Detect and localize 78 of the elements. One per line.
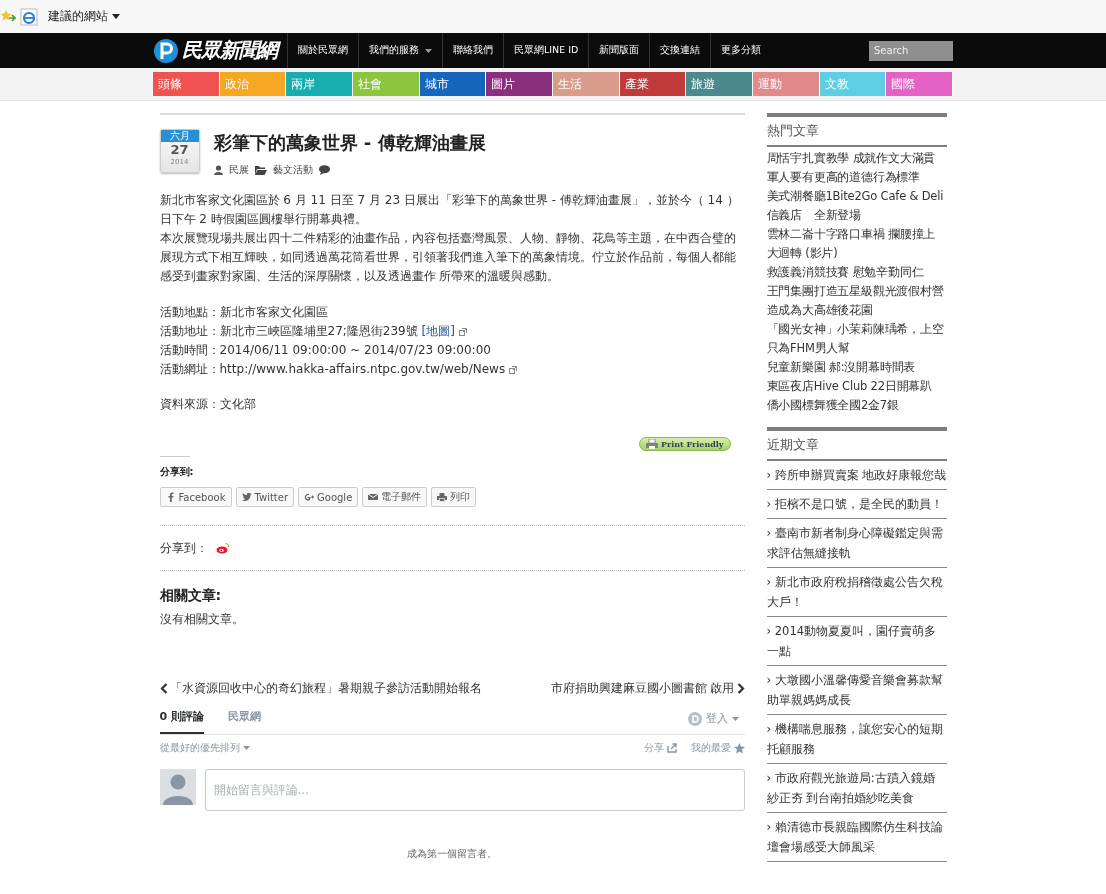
recent-article-link[interactable]: › 市政府觀光旅遊局:古蹟入鏡婚紗正夯 到台南拍婚紗吃美食 (766, 764, 947, 813)
recent-article-link[interactable]: › 拒檳不是口號，是全民的動員！ (766, 490, 947, 519)
browser-icon (20, 7, 38, 26)
share-button[interactable]: 電子郵件 (362, 487, 428, 507)
next-post-link[interactable]: 市府捐助興建麻豆國小圖書館 啟用 (550, 680, 745, 697)
popular-article-link[interactable]: 東區夜店Hive Club 22日開幕趴 (766, 377, 947, 396)
twitter-icon (241, 492, 252, 502)
source-text: 資料來源：文化部 (159, 396, 257, 413)
avatar-icon (159, 769, 196, 805)
caret-icon (111, 14, 120, 20)
category-tab[interactable]: 旅遊 (686, 72, 754, 96)
author-link[interactable]: 民展 (228, 163, 249, 177)
empty-comments-text: 成為第一個留言者。 (406, 847, 498, 861)
article-paragraph: 本次展覽現場共展出四十二件精彩的油畫作品，內容包括臺灣風景、人物、靜物、花鳥等主題，在中西合璧的展現方式下相互輝映，如同透過萬花筒看世界，引領著我們進入筆下的萬象情境。佇立於作品前，每個人都能感受到畫家對家園、生活的深厚關懷，以及透過畫作 所帶來的溫暖與感動。 (159, 230, 737, 285)
category-tab[interactable]: 圖片 (486, 72, 553, 96)
share-button[interactable]: Google (298, 487, 359, 507)
share-button[interactable]: Twitter (235, 487, 294, 507)
related-heading: 相關文章: (159, 587, 223, 605)
email-icon (368, 492, 379, 502)
date-day: 27 (170, 142, 189, 158)
share-heading: 分享到: (159, 465, 195, 479)
date-month: 六月 (160, 130, 199, 142)
chevron-right-icon (736, 683, 745, 694)
popular-article-link[interactable]: 軍人要有更高的道德行為標準 (766, 168, 947, 187)
search-field[interactable]: Search (869, 40, 953, 61)
category-tab[interactable]: 城市 (419, 72, 487, 96)
share-button[interactable]: 列印 (431, 487, 477, 507)
caret-icon (242, 746, 250, 750)
event-detail: 活動網址：http://www.hakka-affairs.ntpc.gov.tw/web/News (159, 362, 506, 376)
sidebar-heading: 近期文章 (766, 431, 947, 461)
star-icon (733, 742, 745, 754)
weibo-icon[interactable] (215, 542, 230, 554)
recent-article-link[interactable]: › 2014動物夏夏叫，園仔賣萌多一點 (766, 617, 947, 666)
external-link-icon (509, 365, 518, 374)
recent-article-link[interactable]: › 賴清德市長親臨國際仿生科技論壇會場感受大師風采 (766, 813, 947, 862)
previous-post-link[interactable]: 「水資源回收中心的奇幻旅程」暑期親子參訪活動開始報名 (159, 680, 482, 697)
popular-article-link[interactable]: 「國光女神」小茉莉陳瑀希，上空只為FHM男人幫 (766, 320, 947, 358)
popular-article-link[interactable]: 周恬宇扎實教學 成就作文大滿貫 (766, 149, 947, 168)
recent-article-link[interactable]: › 跨所申辦買賣案 地政好康報您哉 (766, 461, 947, 490)
caret-icon (425, 48, 432, 53)
article-paragraph: 新北市客家文化園區於 6 月 11 日至 7 月 23 日展出「彩筆下的萬象世界 - 傅乾輝油畫展」，並於今（ 14 ）日下午 2 時假園區圓樓舉行開幕典禮。 (159, 192, 740, 228)
event-detail: 活動時間：2014/06/11 09:00:00 ~ 2014/07/23 09:00:00 (159, 343, 491, 357)
user-icon (213, 165, 223, 175)
event-detail: 活動地址：新北市三峽區隆埔里27;隆恩街239號 (159, 324, 418, 338)
share-icon (666, 743, 677, 753)
print-friendly-button[interactable]: Print Friendly (638, 437, 731, 451)
share-button[interactable]: Facebook (159, 487, 232, 507)
event-detail: 活動地點：新北市客家文化園區 (159, 305, 328, 319)
comment-input[interactable]: 開始留言與評論... (204, 769, 745, 811)
recent-article-link[interactable]: › 大墩國小溫馨傳愛音樂會募款幫助單親媽媽成長 (766, 666, 947, 715)
related-empty-text: 沒有相關文章。 (159, 611, 245, 628)
caret-icon (731, 716, 739, 721)
external-link-icon (458, 327, 467, 336)
favorites-link[interactable]: 建議的網站 (42, 7, 126, 26)
share-label: 分享到： (159, 539, 208, 557)
map-link[interactable]: [地圖] (421, 324, 455, 338)
category-tab[interactable]: 產業 (619, 72, 687, 96)
sidebar-heading: 熱門文章 (766, 117, 947, 147)
disqus-icon (687, 711, 702, 726)
recent-article-link[interactable]: › 機構喘息服務，讓您安心的短期托顧服務 (766, 715, 947, 764)
popular-article-link[interactable]: 王門集團打造五星級觀光渡假村營造成為大高雄後花園 (766, 282, 947, 320)
recent-article-link[interactable]: › 新北市政府稅捐稽徵處公告欠稅大戶！ (766, 568, 947, 617)
print-icon (437, 492, 448, 502)
folder-icon (254, 165, 267, 175)
google-icon (304, 492, 314, 502)
recent-article-link[interactable]: › 臺南市新者制身心障礙鑑定與需求評估無縫接軌 (766, 519, 947, 568)
logo-icon (153, 37, 179, 64)
comment-icon[interactable] (318, 165, 330, 175)
chevron-left-icon (159, 683, 168, 694)
printer-icon (645, 439, 658, 449)
popular-article-link[interactable]: 美式潮餐廳1Bite2Go Cafe & Deli 信義店 全新登場 (766, 187, 947, 225)
popular-article-link[interactable]: 兒童新樂園 郝:沒開幕時間表 (766, 358, 947, 377)
comments-tab[interactable]: 0 則評論 (159, 703, 204, 734)
popular-article-link[interactable]: 僑小國標舞獲全國2金7銀 (766, 396, 947, 415)
popular-article-link[interactable]: 雲林二崙十字路口車禍 攔腰撞上大迴轉 (影片) (766, 225, 947, 263)
category-link[interactable]: 藝文活動 (272, 163, 313, 177)
popular-article-link[interactable]: 救護義消競技賽 慰勉辛勤同仁 (766, 263, 947, 282)
article-title: 彩筆下的萬象世界 - 傅乾輝油畫展 (213, 131, 486, 155)
